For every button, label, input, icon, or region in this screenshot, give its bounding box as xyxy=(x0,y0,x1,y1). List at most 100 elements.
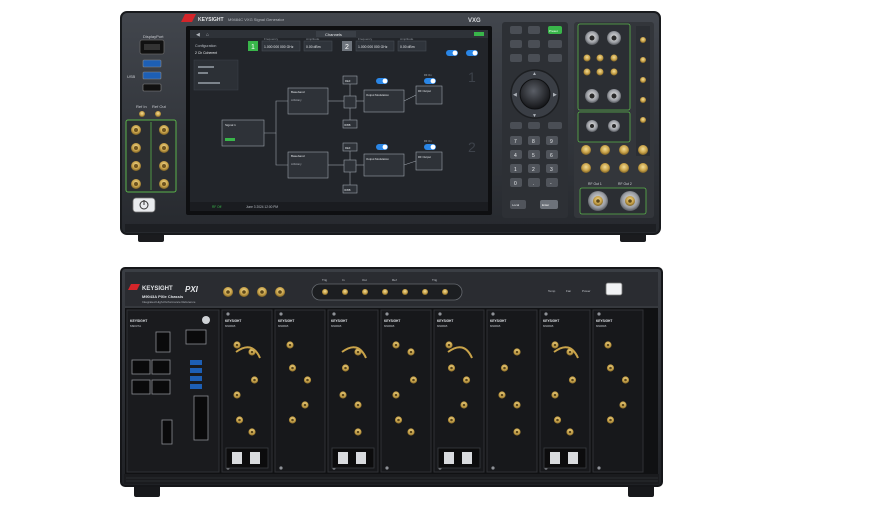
rf-output-1-label: RF Output xyxy=(418,89,431,93)
channel-1-big-number: 1 xyxy=(468,69,476,85)
module-brand-label: KEYSIGHT xyxy=(331,319,347,323)
key-5-label: 5 xyxy=(532,153,535,159)
controller-model: M9037A xyxy=(130,324,141,328)
rf-out-2-label: RF Out 2 xyxy=(618,182,632,186)
module-brand-label: KEYSIGHT xyxy=(278,319,294,323)
home-icon[interactable]: ⌂ xyxy=(206,32,209,38)
module-model-label: M9061B xyxy=(384,324,395,328)
module-brand-label: KEYSIGHT xyxy=(225,319,241,323)
trigger-label-3: Out xyxy=(362,278,367,282)
softkey-7[interactable] xyxy=(528,54,540,62)
ref-out-connector[interactable] xyxy=(155,111,161,117)
status-rf-off: RF Off xyxy=(212,205,221,209)
pxi-module: KEYSIGHTM9061B xyxy=(486,309,538,473)
ethernet-port-1[interactable] xyxy=(131,359,151,375)
function-key-3[interactable] xyxy=(548,122,562,129)
touchscreen-display[interactable]: Channels ◀ ⌂ 1 Frequency 1.000 000 000 G… xyxy=(186,26,492,215)
sma-connector-r5[interactable] xyxy=(596,68,604,76)
sma-connector-r2[interactable] xyxy=(596,54,604,62)
pxi-module: KEYSIGHTM9061B xyxy=(221,309,273,473)
channel-2-number: 2 xyxy=(345,44,349,51)
mixer-2-block[interactable] xyxy=(343,159,357,173)
softkey-2[interactable] xyxy=(528,26,540,34)
sma-connector-r1[interactable] xyxy=(583,54,591,62)
preset-label: Preset xyxy=(549,29,558,33)
rotary-knob[interactable] xyxy=(519,78,551,110)
module-model-label: M9061B xyxy=(225,324,236,328)
arbitrary-2-label: Arbitrary xyxy=(291,162,302,166)
usb-port-3[interactable] xyxy=(142,83,162,92)
sma-connector-r3[interactable] xyxy=(610,54,618,62)
status-time: June 3 2024 12:00 PM xyxy=(246,205,278,209)
controller-usb-3[interactable] xyxy=(190,376,202,381)
ethernet-port-3[interactable] xyxy=(131,379,151,395)
module-brand-label: KEYSIGHT xyxy=(437,319,453,323)
channel-config-value[interactable]: 2 Ch Coherent xyxy=(195,51,217,55)
rf-on-1-label: RF On xyxy=(424,73,432,77)
key-minus[interactable] xyxy=(546,178,558,187)
signal-1-label: Signal 1 xyxy=(225,123,236,127)
softkey-1[interactable] xyxy=(510,26,522,34)
rf-on-2-label: RF On xyxy=(424,139,432,143)
arrow-down-icon[interactable]: ▼ xyxy=(532,113,537,119)
temp-label: Temp xyxy=(548,289,556,293)
module-model-label: M9061B xyxy=(437,324,448,328)
output-summary-card[interactable] xyxy=(193,59,239,91)
module-model-label: M9061B xyxy=(278,324,289,328)
pxi-module: KEYSIGHTM9061B xyxy=(592,309,644,473)
module-model-label: M9061B xyxy=(490,324,501,328)
arrow-up-icon[interactable]: ▲ xyxy=(532,71,537,77)
arrow-left-icon[interactable]: ◀ xyxy=(513,92,517,98)
model-title: M9484C VXG Signal Generator xyxy=(228,17,285,22)
usb-port-1[interactable] xyxy=(142,59,162,68)
softkey-5[interactable] xyxy=(548,40,562,48)
usb-port-2[interactable] xyxy=(142,71,162,80)
module-brand-label: KEYSIGHT xyxy=(596,319,612,323)
arbitrary-1-label: Arbitrary xyxy=(291,98,302,102)
softkey-6[interactable] xyxy=(510,54,522,62)
fan-label: Fan xyxy=(566,289,572,293)
ref-2-label: REF xyxy=(345,146,351,150)
controller-usb-4[interactable] xyxy=(190,384,202,389)
softkey-4[interactable] xyxy=(528,40,540,48)
configuration-label: Configuration xyxy=(195,44,216,48)
module-brand-label: KEYSIGHT xyxy=(490,319,506,323)
sma-connector-r6[interactable] xyxy=(610,68,618,76)
ref-in-connector[interactable] xyxy=(139,111,145,117)
function-key-1[interactable] xyxy=(510,122,522,129)
rf-on-indicator xyxy=(474,32,484,36)
function-key-2[interactable] xyxy=(528,122,540,129)
right-connector-panel: RF Out 1 RF Out 2 xyxy=(574,22,654,218)
ref-in-label: Ref In xyxy=(136,104,147,109)
pxi-module: KEYSIGHTM9061B xyxy=(274,309,326,473)
chassis-brand: KEYSIGHT xyxy=(142,286,173,292)
softkey-8[interactable] xyxy=(548,54,562,62)
arrow-right-icon[interactable]: ▶ xyxy=(553,92,557,98)
key-9-label: 9 xyxy=(550,139,553,145)
key-8-label: 8 xyxy=(532,139,535,145)
back-icon[interactable]: ◀ xyxy=(196,32,200,38)
amp-field-2-label: Amplitude xyxy=(400,37,414,41)
module-model-label: M9061B xyxy=(543,324,554,328)
key-6-label: 6 xyxy=(550,153,553,159)
baseband-1-label: Baseband xyxy=(291,90,305,94)
ethernet-port-4[interactable] xyxy=(151,379,171,395)
power-label: Power xyxy=(582,289,591,293)
softkey-3[interactable] xyxy=(510,40,522,48)
baseband-2-label: Baseband xyxy=(291,154,305,158)
rf-out-1-label: RF Out 1 xyxy=(588,182,602,186)
pxi-logo: PXI xyxy=(185,285,199,294)
controller-usb-1[interactable] xyxy=(190,360,202,365)
rf-output-2-label: RF Output xyxy=(418,155,431,159)
series-label: VXG xyxy=(468,18,481,24)
key-1-label: 1 xyxy=(514,167,517,173)
ref-out-label: Ref Out xyxy=(152,104,167,109)
chassis-power-button[interactable] xyxy=(605,282,623,296)
trigger-label-5: Trig xyxy=(432,278,437,282)
sma-connector-r4[interactable] xyxy=(583,68,591,76)
enter-label: Enter xyxy=(542,203,549,207)
mixer-1-block[interactable] xyxy=(343,95,357,109)
controller-usb-2[interactable] xyxy=(190,368,202,373)
ethernet-port-2[interactable] xyxy=(151,359,171,375)
amp-field-1-label: Amplitude xyxy=(306,37,320,41)
